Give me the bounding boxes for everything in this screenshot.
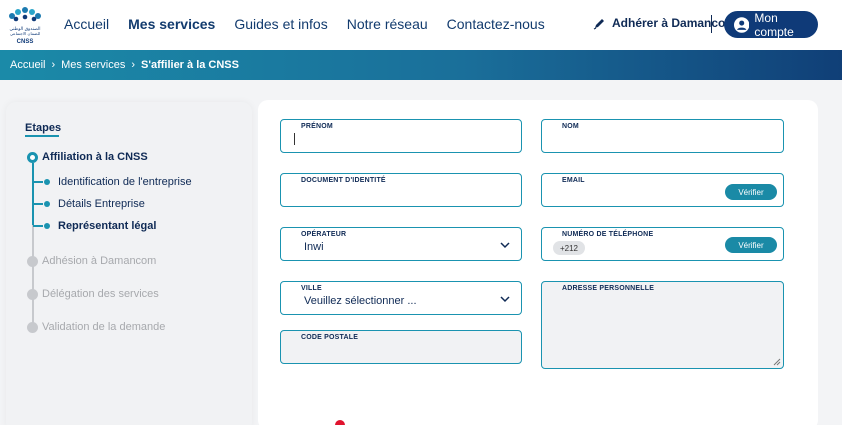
- substep-connector: [33, 225, 43, 227]
- adherer-label: Adhérer à Damancom: [612, 16, 737, 30]
- prenom-label: PRÉNOM: [301, 123, 333, 130]
- adresse-textarea[interactable]: ADRESSE PERSONNELLE: [541, 281, 784, 369]
- svg-text:للضمان الاجتماعي: للضمان الاجتماعي: [10, 31, 40, 36]
- telephone-label: NUMÉRO DE TÉLÉPHONE: [562, 231, 654, 238]
- step-delegation[interactable]: Délégation des services: [27, 288, 159, 300]
- nav-item-guides[interactable]: Guides et infos: [234, 16, 327, 32]
- steps-track-active: [32, 163, 34, 225]
- email-field[interactable]: EMAIL Vérifier: [541, 173, 784, 207]
- pen-icon: [593, 18, 604, 30]
- substep-label: Détails Entreprise: [58, 198, 145, 210]
- steps-title: Etapes: [25, 122, 62, 134]
- substep-connector: [33, 203, 43, 205]
- mon-compte-label: Mon compte: [754, 10, 794, 39]
- step-dot-icon: [27, 321, 38, 333]
- step-adhesion[interactable]: Adhésion à Damancom: [27, 255, 156, 267]
- nav-item-reseau[interactable]: Notre réseau: [347, 16, 428, 32]
- header-divider: [711, 15, 712, 33]
- step-active-dot-icon: [27, 151, 38, 163]
- email-verify-button[interactable]: Vérifier: [725, 184, 777, 200]
- steps-title-underline: [25, 135, 59, 137]
- svg-text:CNSS: CNSS: [17, 39, 34, 45]
- phone-prefix-badge: +212: [553, 241, 585, 255]
- chevron-right-icon: ›: [131, 59, 135, 71]
- prenom-field[interactable]: PRÉNOM: [280, 119, 522, 153]
- breadcrumb-accueil[interactable]: Accueil: [10, 59, 45, 71]
- step-label: Affiliation à la CNSS: [42, 151, 148, 163]
- top-header: الصندوق الوطني للضمان الاجتماعي CNSS Acc…: [0, 0, 842, 50]
- nom-label: NOM: [562, 123, 579, 130]
- substep-connector: [33, 181, 43, 183]
- substep-representant[interactable]: Représentant légal: [33, 220, 156, 232]
- adherer-damancom-link[interactable]: Adhérer à Damancom: [593, 16, 736, 30]
- step-validation[interactable]: Validation de la demande: [27, 321, 165, 333]
- ville-label: VILLE: [301, 285, 322, 292]
- cnss-logo[interactable]: الصندوق الوطني للضمان الاجتماعي CNSS: [4, 4, 46, 46]
- recording-indicator: [335, 420, 345, 425]
- step-label: Validation de la demande: [42, 321, 166, 333]
- step-dot-icon: [27, 288, 38, 300]
- mon-compte-button[interactable]: Mon compte: [724, 10, 818, 39]
- breadcrumb-mes-services[interactable]: Mes services: [61, 59, 125, 71]
- operateur-label: OPÉRATEUR: [301, 231, 347, 238]
- ville-value: Veuillez sélectionner ...: [304, 295, 417, 307]
- chevron-right-icon: ›: [51, 59, 56, 71]
- substep-dot-icon: [44, 179, 50, 185]
- code-postale-label: CODE POSTALE: [301, 334, 359, 341]
- nom-field[interactable]: NOM: [541, 119, 784, 153]
- chevron-down-icon: [500, 296, 510, 303]
- telephone-verify-button[interactable]: Vérifier: [725, 237, 777, 253]
- operateur-value: Inwi: [304, 241, 324, 253]
- substep-dot-icon: [44, 201, 50, 207]
- adresse-label: ADRESSE PERSONNELLE: [562, 285, 655, 292]
- ville-select[interactable]: VILLE Veuillez sélectionner ...: [280, 281, 522, 315]
- user-icon: [734, 16, 750, 33]
- breadcrumb: Accueil › Mes services › S'affilier à la…: [0, 50, 842, 80]
- nav-item-contact[interactable]: Contactez-nous: [447, 16, 545, 32]
- resize-handle-icon[interactable]: [773, 358, 781, 366]
- document-label: DOCUMENT D'IDENTITÉ: [301, 177, 386, 184]
- text-cursor: [294, 133, 295, 145]
- step-dot-icon: [27, 255, 38, 267]
- document-identite-field[interactable]: DOCUMENT D'IDENTITÉ: [280, 173, 522, 207]
- substep-label: Identification de l'entreprise: [58, 176, 192, 188]
- operateur-select[interactable]: OPÉRATEUR Inwi: [280, 227, 522, 261]
- step-label: Délégation des services: [42, 288, 159, 300]
- substep-label: Représentant légal: [58, 220, 157, 232]
- step-label: Adhésion à Damancom: [42, 255, 157, 267]
- substep-identification[interactable]: Identification de l'entreprise: [33, 176, 192, 188]
- nav-item-accueil[interactable]: Accueil: [64, 16, 109, 32]
- nav-item-mes-services[interactable]: Mes services: [128, 16, 215, 32]
- main-nav: Accueil Mes services Guides et infos Not…: [64, 16, 545, 32]
- chevron-down-icon: [500, 242, 510, 249]
- code-postale-field[interactable]: CODE POSTALE: [280, 330, 522, 364]
- breadcrumb-current: S'affilier à la CNSS: [141, 59, 239, 71]
- substep-details[interactable]: Détails Entreprise: [33, 198, 145, 210]
- telephone-field[interactable]: NUMÉRO DE TÉLÉPHONE +212 Vérifier: [541, 227, 784, 261]
- step-affiliation[interactable]: Affiliation à la CNSS: [27, 151, 148, 163]
- email-label: EMAIL: [562, 177, 585, 184]
- substep-dot-icon: [44, 223, 50, 229]
